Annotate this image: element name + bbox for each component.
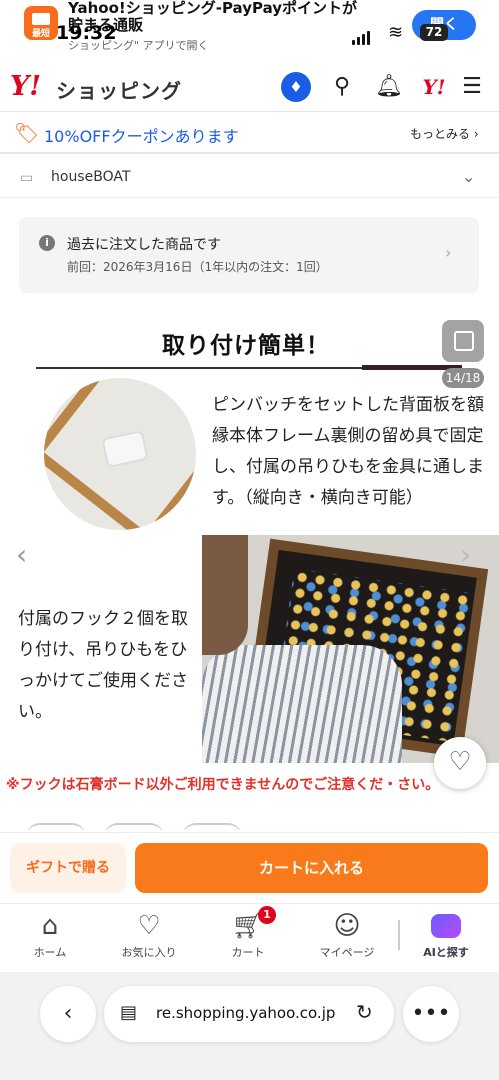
hanging-frame-photo — [202, 535, 499, 763]
tab-label: ホーム — [33, 946, 67, 959]
coupon-text[interactable]: 10%OFFクーポンあります — [44, 123, 239, 147]
image-counter: 14/18 — [442, 368, 484, 388]
past-order-notice[interactable]: i 過去に注文した商品です 前回：2026年3月16日（1年以内の注文：1回） … — [19, 217, 479, 293]
person-icon: ☺ — [333, 911, 361, 941]
battery-indicator: 72 — [420, 24, 448, 41]
more-button[interactable]: ••• — [403, 986, 459, 1042]
page-icon: ▤ — [120, 1002, 138, 1023]
app-icon-label: 最短 — [31, 29, 50, 39]
address-bar[interactable]: ▤ re.shopping.yahoo.co.jp ↻ — [104, 986, 394, 1042]
thumbnail-strip[interactable] — [26, 822, 260, 830]
coupon-tag-icon: 🏷︎ — [14, 121, 40, 145]
bottom-tab-bar: ⌂ ホーム ♡ お気に入り 🛒︎ カート 1 ☺ マイページ AIと探す — [0, 903, 499, 971]
app-banner-title[interactable]: Yahoo!ショッピング-PayPayポイントが — [68, 0, 357, 17]
yahoo-icon[interactable]: Y! — [419, 72, 449, 102]
hook-notice: ※フックは石膏ボード以外ご利用できませんのでご注意くだ・さい。 — [6, 777, 440, 793]
store-row[interactable]: ▭ houseBOAT ⌄ — [0, 158, 499, 198]
shopping-logo-text[interactable]: ショッピング — [56, 75, 182, 104]
menu-icon[interactable]: ☰ — [457, 72, 487, 102]
wifi-icon: ≋ — [388, 22, 404, 43]
carousel-next-icon[interactable]: › — [460, 538, 471, 571]
more-dots-icon: ••• — [411, 1001, 451, 1026]
browser-toolbar: ‹ ▤ re.shopping.yahoo.co.jp ↻ ••• — [0, 972, 499, 1080]
search-icon[interactable]: ⚲ — [327, 72, 357, 102]
tab-favorites[interactable]: ♡ お気に入り — [109, 910, 189, 960]
tab-ai-search[interactable]: AIと探す — [406, 910, 486, 960]
chevron-right-icon[interactable]: › — [445, 243, 451, 262]
bell-icon[interactable]: 🔔︎ — [374, 72, 404, 102]
favorite-heart-button[interactable]: ♡ — [434, 737, 486, 789]
store-name[interactable]: houseBOAT — [51, 169, 130, 185]
gallery-icon[interactable] — [442, 320, 484, 362]
carousel-prev-icon[interactable]: ‹ — [16, 538, 27, 571]
frame-clip-photo — [44, 378, 196, 530]
product-image-carousel[interactable]: 取り付け簡単！ 14/18 ピンバッチをセットした背面板を額縁本体フレーム裏側の… — [0, 310, 499, 830]
tab-label: マイページ — [319, 946, 375, 959]
site-header: Y! ショッピング ♦ ⚲ 🔔︎ Y! ☰ — [0, 60, 499, 112]
status-bar: 最短 Yahoo!ショッピング-PayPayポイントが 貯まる通販 ショッピング… — [0, 0, 499, 56]
instruction-text-1: ピンバッチをセットした背面板を額縁本体フレーム裏側の留め具で固定し、付属の吊りひ… — [212, 395, 484, 508]
tab-divider — [398, 920, 400, 950]
image-heading: 取り付け簡単！ — [162, 333, 330, 359]
gift-button[interactable]: ギフトで贈る — [10, 843, 126, 893]
add-to-cart-button[interactable]: カートに入れる — [135, 843, 488, 893]
chevron-down-icon[interactable]: ⌄ — [462, 167, 475, 186]
purchase-bar: ギフトで贈る カートに入れる — [0, 832, 499, 902]
url-text[interactable]: re.shopping.yahoo.co.jp — [156, 1004, 346, 1022]
back-button[interactable]: ‹ — [40, 986, 96, 1042]
tab-home[interactable]: ⌂ ホーム — [10, 910, 90, 960]
home-icon: ⌂ — [41, 911, 59, 941]
instruction-text-2: 付属のフック２個を取り付け、吊りひもをひっかけてご使用ください。 — [18, 609, 188, 722]
app-icon[interactable]: 最短 — [24, 6, 58, 40]
coupon-bar[interactable]: 🏷︎ 10%OFFクーポンあります もっとみる › — [0, 112, 499, 154]
info-icon: i — [39, 235, 55, 251]
coupon-more-link[interactable]: もっとみる › — [410, 125, 479, 142]
reload-icon[interactable]: ↻ — [356, 1000, 373, 1024]
status-time: 19:32 — [56, 22, 117, 44]
cart-icon: 🛒︎ — [231, 911, 265, 941]
ai-icon — [431, 914, 461, 938]
cart-count-badge: 1 — [258, 906, 276, 924]
heart-icon: ♡ — [137, 911, 161, 941]
past-order-detail: 前回：2026年3月16日（1年以内の注文：1回） — [67, 260, 328, 274]
tab-label: カート — [231, 946, 265, 959]
tab-mypage[interactable]: ☺ マイページ — [307, 910, 387, 960]
yahoo-logo[interactable]: Y! — [10, 71, 41, 102]
past-order-title: 過去に注文した商品です — [67, 237, 221, 253]
tab-label: お気に入り — [121, 946, 177, 959]
coupon-icon[interactable]: ♦ — [281, 72, 311, 102]
store-icon: ▭ — [20, 170, 34, 186]
tab-label: AIと探す — [406, 944, 486, 960]
signal-icon — [352, 26, 372, 45]
tab-cart[interactable]: 🛒︎ カート — [208, 910, 288, 960]
chevron-left-icon: ‹ — [63, 1001, 73, 1026]
